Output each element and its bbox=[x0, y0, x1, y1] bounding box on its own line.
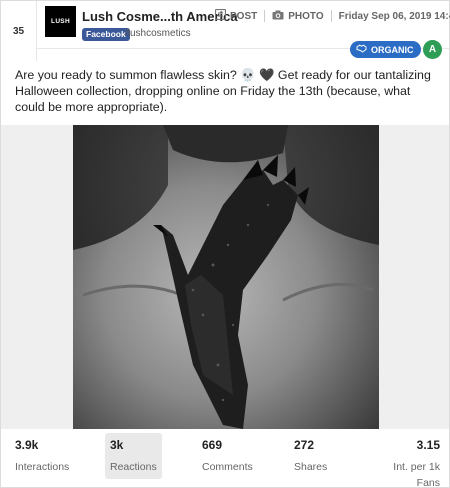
stat-label: Shares bbox=[294, 461, 328, 473]
photo-illustration bbox=[73, 125, 379, 429]
handshake-icon bbox=[356, 44, 367, 55]
stat-value: 3k bbox=[110, 438, 124, 452]
stat-int-per-1k-fans[interactable]: 3.15 Int. per 1k Fans bbox=[370, 437, 440, 488]
stat-shares[interactable]: 272 Shares bbox=[294, 437, 327, 475]
organic-label: ORGANIC bbox=[371, 44, 414, 55]
post-card: 35 LUSH Lush Cosme...th America POST PHO… bbox=[0, 0, 450, 488]
page-handle[interactable]: /lushcosmetics bbox=[125, 28, 191, 40]
stat-value: 272 bbox=[294, 438, 315, 452]
stats-bar: 3.9k Interactions 3k Reactions 669 Comme… bbox=[1, 433, 449, 488]
stat-value: 669 bbox=[202, 438, 223, 452]
media-type: PHOTO bbox=[288, 10, 324, 22]
post-icon bbox=[214, 8, 227, 23]
meta-divider bbox=[264, 10, 266, 22]
page-logo[interactable]: LUSH bbox=[45, 6, 76, 37]
camera-icon bbox=[272, 10, 284, 23]
stat-reactions[interactable]: 3k Reactions bbox=[105, 433, 162, 479]
stat-label: Int. per 1k Fans bbox=[393, 461, 440, 488]
stat-label: Comments bbox=[202, 461, 253, 473]
meta-divider bbox=[330, 10, 332, 22]
network-badge: Facebook bbox=[82, 28, 130, 41]
stat-value: 3.15 bbox=[416, 438, 440, 452]
stat-label: Interactions bbox=[15, 461, 70, 473]
post-type: POST bbox=[230, 10, 258, 22]
stat-interactions[interactable]: 3.9k Interactions bbox=[15, 437, 69, 475]
post-date: Friday Sep 06, 2019 14:40 bbox=[338, 10, 450, 22]
organic-badge[interactable]: ORGANIC bbox=[350, 41, 421, 58]
rank-number: 35 bbox=[1, 1, 37, 61]
post-media[interactable] bbox=[1, 125, 449, 429]
post-text: Are you ready to summon flawless skin? 💀… bbox=[15, 68, 431, 114]
post-meta: POST PHOTO Friday Sep 06, 2019 14:40 bbox=[214, 8, 450, 23]
stat-value: 3.9k bbox=[15, 438, 39, 452]
post-photo[interactable] bbox=[73, 125, 379, 429]
post-header: 35 LUSH Lush Cosme...th America POST PHO… bbox=[1, 1, 450, 61]
stat-label: Reactions bbox=[110, 461, 157, 473]
stat-comments[interactable]: 669 Comments bbox=[202, 437, 253, 475]
avatar[interactable]: A bbox=[423, 40, 442, 59]
